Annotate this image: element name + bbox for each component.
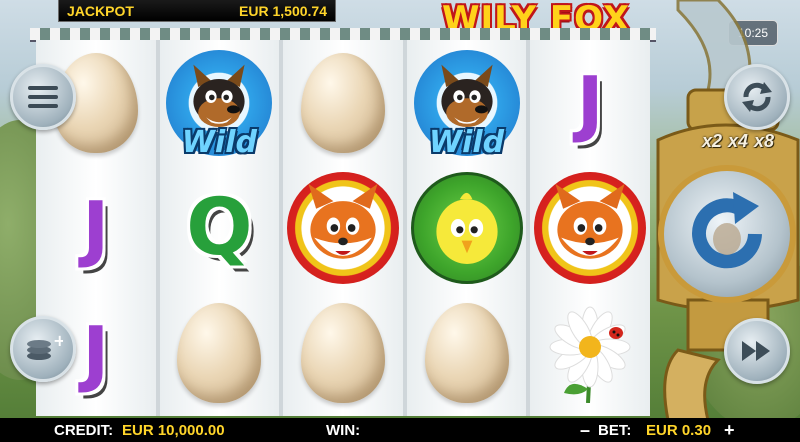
coins-add-icon: + (27, 332, 63, 360)
chick-symbol (410, 171, 523, 284)
reel-5: J (530, 40, 650, 416)
reel-cell (160, 291, 280, 416)
j-symbol: J (576, 60, 604, 145)
wild-symbol: Wild (166, 49, 273, 160)
svg-text:+: + (53, 332, 63, 350)
egg-symbol (300, 303, 385, 404)
reel-grid: J J Wild Q Wild J (36, 40, 650, 416)
menu-icon (28, 86, 58, 108)
bet-coins-button[interactable]: + (10, 316, 76, 382)
j-symbol: J (82, 185, 110, 270)
menu-button[interactable] (10, 64, 76, 130)
autoplay-icon (742, 82, 772, 112)
reel-cell (530, 165, 650, 290)
fast-forward-icon (742, 341, 770, 361)
bet-value: EUR 0.30 (646, 421, 712, 439)
egg-symbol (300, 52, 385, 153)
bet-increase-button[interactable]: + (724, 420, 735, 441)
multiplier-x2: x2 (701, 130, 722, 151)
autoplay-button[interactable] (724, 64, 790, 130)
fox-symbol (534, 171, 647, 284)
fast-forward-button[interactable] (724, 318, 790, 384)
win-label: WIN: (326, 421, 361, 439)
j-symbol: J (82, 311, 110, 396)
credit-label: CREDIT: (54, 421, 114, 439)
reel-cell: Wild (407, 40, 527, 165)
egg-symbol (424, 303, 509, 404)
jackpot-bar: JACKPOT EUR 1,500.74 (58, 0, 336, 22)
reel-cell: Q (160, 165, 280, 290)
multiplier-strip: x2 x4 x8 (676, 124, 800, 158)
spin-button[interactable] (658, 165, 796, 303)
reel-cell: J (36, 165, 156, 290)
spin-icon (692, 192, 762, 269)
credit-value: EUR 10,000.00 (122, 421, 225, 439)
status-bar: CREDIT: EUR 10,000.00 WIN: – BET: EUR 0.… (0, 418, 800, 442)
multiplier-x8: x8 (754, 130, 775, 151)
egg-symbol (177, 303, 262, 404)
reel-3 (283, 40, 403, 416)
wild-label: Wild (429, 124, 505, 160)
reel-cell (407, 291, 527, 416)
reel-cell: J (530, 40, 650, 165)
reel-cell (283, 165, 403, 290)
reel-cell (283, 40, 403, 165)
reel-2: Wild Q (159, 40, 280, 416)
bet-decrease-button[interactable]: – (580, 420, 590, 441)
bet-label: BET: (598, 421, 632, 439)
wild-label: Wild (181, 124, 257, 160)
reel-cell (407, 165, 527, 290)
fox-symbol (286, 171, 399, 284)
jackpot-value: EUR 1,500.74 (239, 2, 327, 19)
q-symbol: Q (186, 182, 253, 273)
reel-cell (530, 291, 650, 416)
jackpot-label: JACKPOT (67, 2, 134, 19)
reel-4: Wild (406, 40, 527, 416)
reel-cell: Wild (160, 40, 280, 165)
daisy-symbol (540, 303, 640, 404)
wild-symbol: Wild (413, 49, 520, 160)
reel-cell (283, 291, 403, 416)
multiplier-x4: x4 (727, 130, 749, 151)
